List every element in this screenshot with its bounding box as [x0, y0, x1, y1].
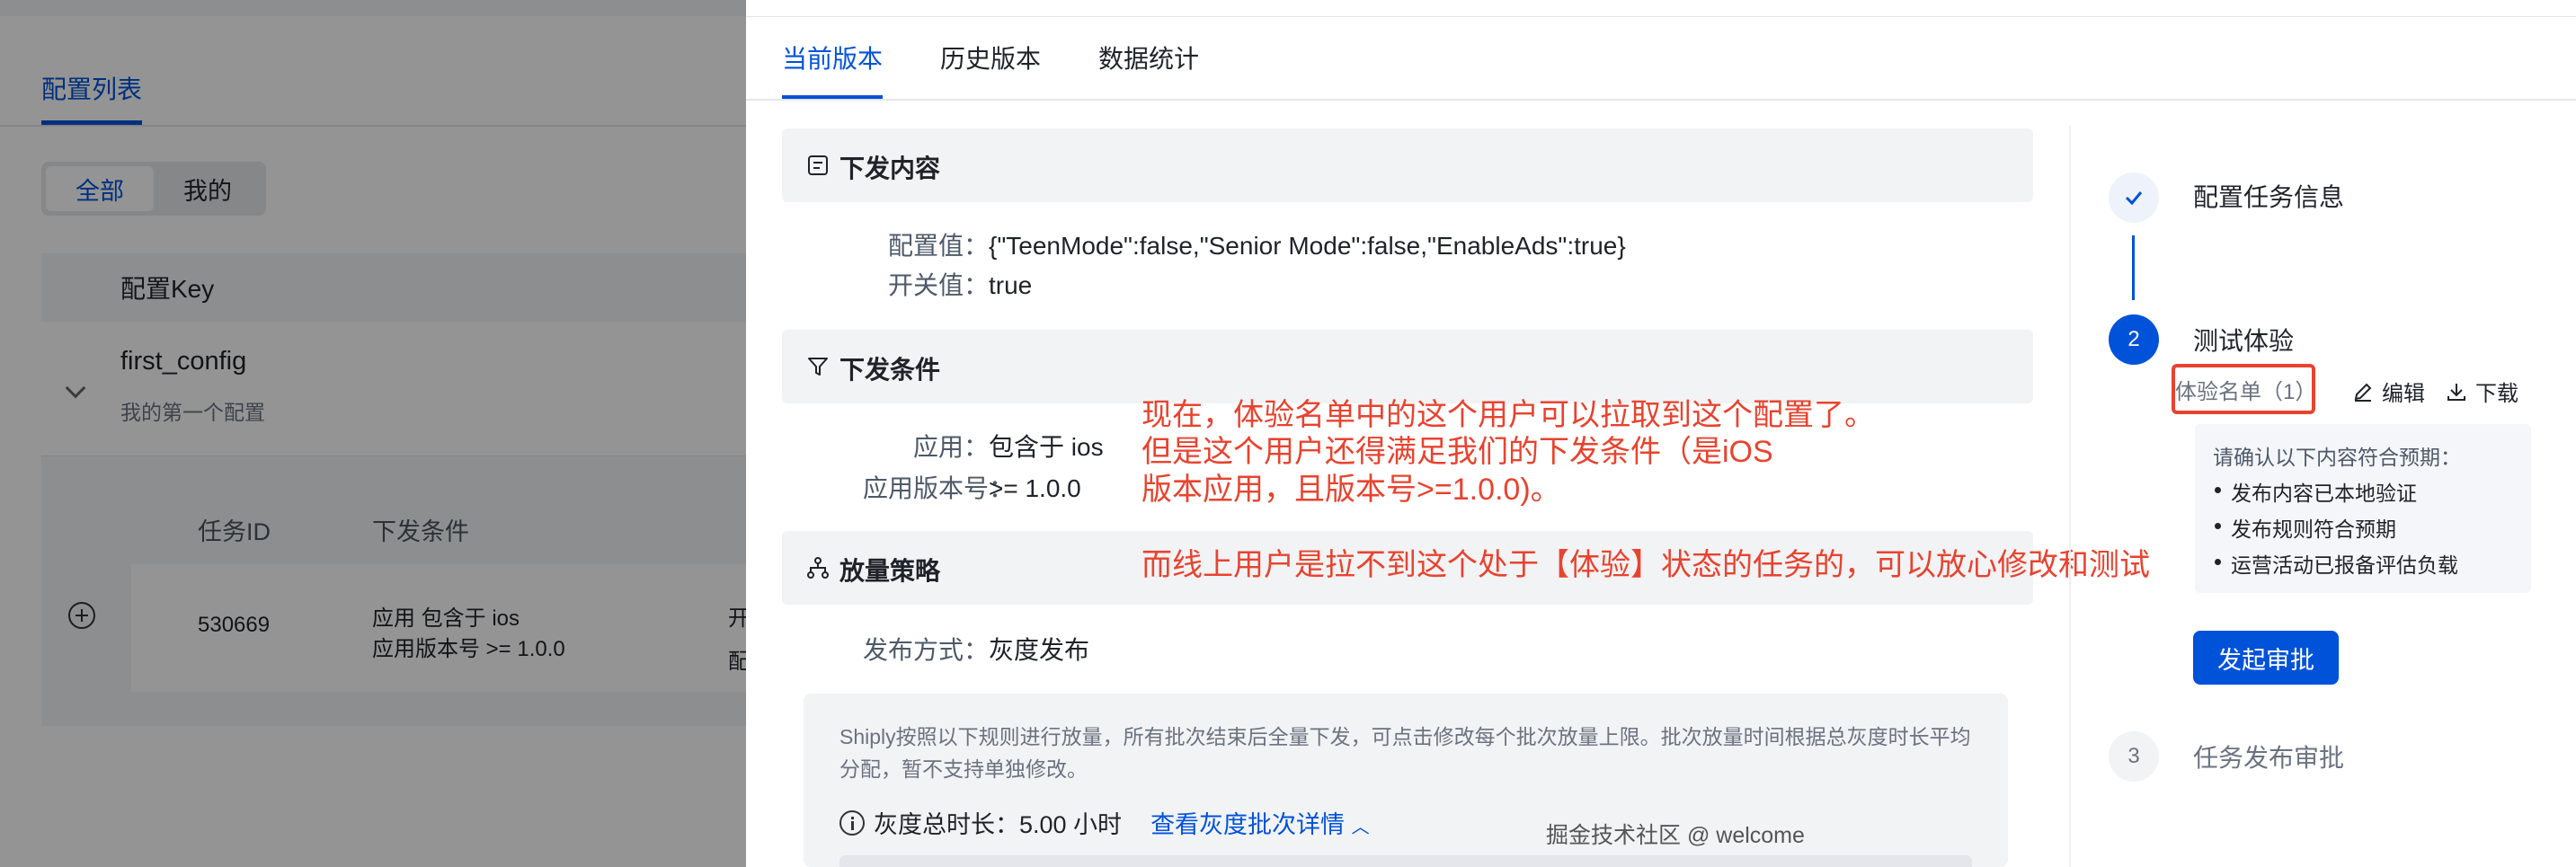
batch-panel: [839, 855, 1972, 867]
tab-current-version[interactable]: 当前版本: [782, 40, 884, 100]
tab-statistics[interactable]: 数据统计: [1098, 40, 1199, 100]
batch-detail-label: 查看灰度批次详情: [1150, 811, 1346, 838]
step-1-circle: [2109, 173, 2159, 223]
version-condition-row: 应用版本号：>= 1.0.0: [863, 469, 1081, 505]
release-mode-value: 灰度发布: [989, 636, 1090, 664]
watermark: 掘金技术社区 @ welcome: [1546, 823, 1805, 848]
annotation-line-2: 但是这个用户还得满足我们的下发条件（是iOS: [1141, 435, 1773, 469]
switch-value: true: [989, 271, 1033, 299]
annotation-line-1: 现在，体验名单中的这个用户可以拉取到这个配置了。: [1141, 398, 1875, 432]
drawer-tabs: 当前版本 历史版本 数据统计: [782, 40, 1257, 100]
submit-approval-button[interactable]: 发起审批: [2193, 631, 2339, 685]
app-condition-row: 应用：包含于 ios: [863, 428, 1104, 464]
annotation-line-4: 而线上用户是拉不到这个处于【体验】状态的任务的，可以放心修改和测试: [1141, 548, 2150, 582]
download-label: 下载: [2475, 382, 2518, 406]
step-2-circle: 2: [2109, 314, 2159, 365]
steps-divider: [2069, 126, 2071, 867]
modal-mask[interactable]: [0, 0, 746, 867]
edit-label: 编辑: [2382, 382, 2425, 406]
tabs-divider: [746, 99, 2576, 101]
annotation-line-3: 版本应用，且版本号>=1.0.0)。: [1141, 473, 1561, 507]
version-label: 应用版本号：: [863, 474, 1015, 502]
app-label: 应用：: [912, 433, 989, 461]
notice-text: Shiply按照以下规则进行放量，所有批次结束后全量下发，可点击修改每个批次放量…: [839, 725, 1971, 781]
config-value-row: 配置值：{"TeenMode":false,"Senior Mode":fals…: [863, 226, 1626, 262]
switch-value-row: 开关值：true: [863, 266, 1032, 302]
download-button[interactable]: 下载: [2445, 376, 2518, 407]
step-1-title: 配置任务信息: [2193, 183, 2345, 211]
release-mode-label: 发布方式：: [863, 636, 990, 664]
duration-label: 灰度总时长：: [874, 811, 1019, 838]
checklist-item: 发布内容已本地验证: [2215, 476, 2417, 507]
config-value: {"TeenMode":false,"Senior Mode":false,"E…: [989, 232, 1626, 260]
version-value: >= 1.0.0: [989, 474, 1081, 502]
chevron-up-icon: ︿: [1351, 818, 1370, 837]
confirm-checklist: 请确认以下内容符合预期： 发布内容已本地验证 发布规则符合预期 运营活动已报备评…: [2195, 424, 2531, 593]
edit-icon: [2354, 383, 2372, 402]
hierarchy-icon: [807, 557, 829, 579]
filter-icon: [808, 358, 828, 376]
document-icon: [808, 155, 828, 175]
duration-value: 5.00 小时: [1019, 811, 1123, 838]
section-content-header: 下发内容: [782, 128, 2033, 202]
drawer-top-divider: [746, 16, 2576, 17]
checklist-item: 运营活动已报备评估负载: [2215, 548, 2458, 579]
experience-list-button[interactable]: 体验名单（1）: [2172, 364, 2316, 414]
duration-row: 灰度总时长： 5.00 小时 查看灰度批次详情 ︿: [839, 805, 1370, 840]
release-mode-row: 发布方式：灰度发布: [863, 631, 1089, 667]
download-icon: [2447, 383, 2465, 401]
step-2-title: 测试体验: [2193, 327, 2295, 355]
app-value: 包含于 ios: [989, 433, 1104, 461]
section-title: 下发条件: [839, 356, 941, 384]
batch-detail-link[interactable]: 查看灰度批次详情 ︿: [1150, 805, 1370, 840]
switch-value-label: 开关值：: [887, 271, 989, 299]
section-title: 放量策略: [839, 557, 941, 585]
section-title: 下发内容: [839, 155, 941, 182]
gray-release-notice: Shiply按照以下规则进行放量，所有批次结束后全量下发，可点击修改每个批次放量…: [804, 694, 2008, 867]
version-drawer: 当前版本 历史版本 数据统计 下发内容 配置值：{"TeenMode":fals…: [746, 0, 2576, 867]
edit-button[interactable]: 编辑: [2351, 376, 2425, 407]
check-icon: [2125, 191, 2143, 206]
section-conditions-header: 下发条件: [782, 330, 2033, 403]
config-value-label: 配置值：: [887, 232, 989, 260]
tab-history-version[interactable]: 历史版本: [940, 40, 1041, 100]
step-connector: [2132, 235, 2135, 300]
step-3-circle: 3: [2109, 731, 2159, 782]
step-3-title: 任务发布审批: [2193, 744, 2345, 772]
checklist-item: 发布规则符合预期: [2215, 512, 2396, 543]
info-icon: [839, 809, 865, 836]
checklist-title: 请确认以下内容符合预期：: [2213, 446, 2461, 469]
